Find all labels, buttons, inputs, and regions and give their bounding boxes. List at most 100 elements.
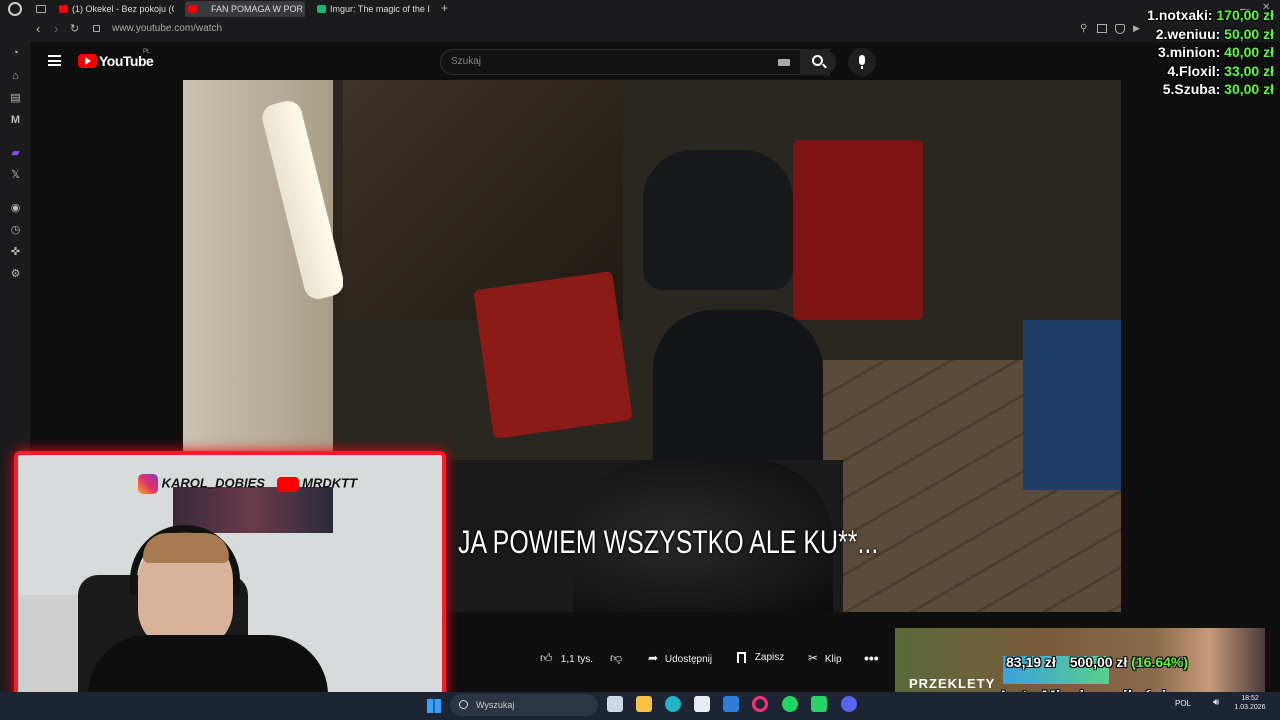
region-label: PL (143, 49, 151, 55)
volume-icon[interactable]: 🔊︎ (1213, 697, 1219, 708)
taskbar-search[interactable]: Wyszukaj (450, 694, 598, 716)
edge-icon[interactable] (665, 696, 681, 712)
imgur-icon (317, 5, 326, 13)
store-icon[interactable] (694, 696, 710, 712)
keyboard-icon[interactable] (778, 59, 790, 66)
instagram-handle: KAROL_DOBIES (161, 475, 265, 491)
balancing-machine (793, 140, 923, 320)
streamer-hair (143, 533, 229, 563)
goal-percent: (16.64%) (1131, 654, 1189, 670)
share-button[interactable]: ➦ Udostępnij (648, 646, 712, 670)
search-input[interactable]: Szukaj (451, 56, 481, 67)
police-officer-top (643, 150, 793, 290)
bookmark-icon (737, 651, 746, 663)
thumbs-up-icon: 👍︎ (540, 651, 553, 665)
dislike-button[interactable]: 👎︎ (610, 646, 622, 670)
tab-fan-pomaga[interactable]: FAN POMAGA W POR (185, 1, 305, 17)
top-donations-list: 1.notxaki: 170,00 zł 2.weniuu: 50,00 zł … (1147, 6, 1274, 99)
opera-gx-icon[interactable] (752, 696, 768, 712)
goal-target: 500,00 zł (1069, 654, 1128, 670)
donation-row: 2.weniuu: 50,00 zł (1147, 25, 1274, 44)
like-button[interactable]: 👍︎ 1,1 tys. (540, 646, 593, 670)
reload-icon[interactable]: ↻ (70, 22, 79, 35)
youtube-handle: MRDKTT (302, 475, 358, 491)
donor-name: 1.notxaki: (1147, 7, 1213, 23)
back-icon[interactable]: ‹ (36, 21, 40, 36)
tab-okekel[interactable]: (1) Okekel - Bez pokoju (O (56, 1, 174, 17)
social-handles: KAROL_DOBIES MRDKTT (138, 474, 357, 494)
player-icon[interactable]: ◉ (9, 202, 22, 215)
more-dots-icon: ••• (864, 650, 879, 666)
taskbar-clock[interactable]: 18:52 1.03.2026 (1230, 694, 1270, 712)
video-subtitle: JA POWIEM WSZYSTKO ALE KU**... (458, 524, 879, 560)
forward-icon[interactable]: › (54, 21, 58, 36)
youtube-logo-text: YouTube (99, 53, 154, 69)
file-explorer-icon[interactable] (636, 696, 652, 712)
youtube-icon (276, 476, 299, 492)
donor-name: 4.Floxil: (1167, 62, 1221, 79)
tab-title: FAN POMAGA W POR (211, 4, 304, 14)
donation-row: 4.Floxil: 33,00 zł (1147, 62, 1274, 81)
discord-icon[interactable] (841, 696, 857, 712)
donor-name: 2.weniuu: (1155, 25, 1221, 42)
goal-amounts: 83,19 zł 500,00 zł (16.64%) (1006, 654, 1188, 670)
hamburger-menu-icon[interactable] (48, 55, 61, 66)
instagram-icon (138, 474, 158, 494)
more-actions-button[interactable]: ••• (864, 646, 879, 670)
share-icon: ➦ (648, 651, 659, 665)
thumbs-down-icon: 👎︎ (610, 651, 623, 665)
goal-current: 83,19 zł (1006, 654, 1056, 670)
x-icon[interactable]: 𝕏 (9, 169, 22, 182)
pin-icon[interactable]: ⚲ (1080, 23, 1087, 34)
language-indicator[interactable]: POL (1175, 699, 1191, 708)
news-icon[interactable]: ▤ (9, 92, 22, 105)
url-field[interactable]: www.youtube.com/watch (112, 23, 222, 34)
whatsapp-icon[interactable] (811, 696, 827, 712)
mail-app-icon[interactable] (723, 696, 739, 712)
search-icon (459, 700, 468, 709)
extensions-icon[interactable]: ✜ (9, 246, 22, 259)
donation-row: 1.notxaki: 170,00 zł (1147, 6, 1274, 25)
donation-amount: 40,00 zł (1224, 44, 1274, 60)
donation-row: 5.Szuba: 30,00 zł (1147, 80, 1274, 99)
task-view-icon[interactable] (607, 696, 623, 712)
clip-label: Klip (824, 654, 842, 665)
donation-amount: 30,00 zł (1224, 81, 1274, 97)
address-bar-row: ‹ › ↻ www.youtube.com/watch ⚲ ▶ (0, 18, 1280, 42)
clip-button[interactable]: ✂ Klip (808, 646, 842, 670)
tab-imgur[interactable]: Imgur: The magic of the I (314, 1, 436, 17)
microphone-stand (861, 66, 863, 69)
donation-amount: 33,00 zł (1224, 62, 1274, 79)
microphone-icon (859, 55, 865, 65)
settings-icon[interactable]: ⚙ (9, 268, 22, 281)
scissors-icon: ✂ (808, 651, 819, 665)
mail-icon[interactable]: M (9, 114, 22, 127)
clock-date: 1.03.2026 (1234, 704, 1266, 711)
search-button[interactable] (800, 49, 836, 75)
play-icon[interactable]: ▶ (1133, 23, 1140, 34)
spotify-icon[interactable] (782, 696, 798, 712)
history-icon[interactable]: ◷ (9, 224, 22, 237)
donation-row: 3.minion: 40,00 zł (1147, 43, 1274, 62)
shield-icon[interactable] (1115, 24, 1125, 34)
cam-shelf-left (18, 595, 78, 695)
youtube-icon (188, 5, 197, 13)
windows-start-icon[interactable] (427, 699, 441, 713)
donation-amount: 50,00 zł (1224, 25, 1274, 42)
streamer-hoodie (88, 635, 328, 695)
new-tab-button[interactable]: + (441, 1, 448, 15)
save-button[interactable]: Zapisz (737, 646, 784, 670)
blue-crates (1023, 320, 1121, 490)
aria-icon[interactable]: ◔ (9, 47, 22, 60)
share-label: Udostępnij (664, 654, 713, 665)
workspace-icon[interactable]: ⌂ (9, 70, 22, 83)
snapshot-icon[interactable] (1097, 24, 1107, 33)
tab-overview-icon[interactable] (36, 5, 46, 13)
opera-menu-icon[interactable] (8, 2, 22, 16)
tab-title: Imgur: The magic of the I (330, 4, 430, 14)
save-label: Zapisz (754, 652, 785, 663)
voice-search-button[interactable] (848, 48, 876, 76)
twitch-icon[interactable]: ▰ (9, 147, 22, 160)
search-box[interactable]: Szukaj (440, 49, 830, 75)
donor-name: 3.minion: (1158, 44, 1221, 60)
